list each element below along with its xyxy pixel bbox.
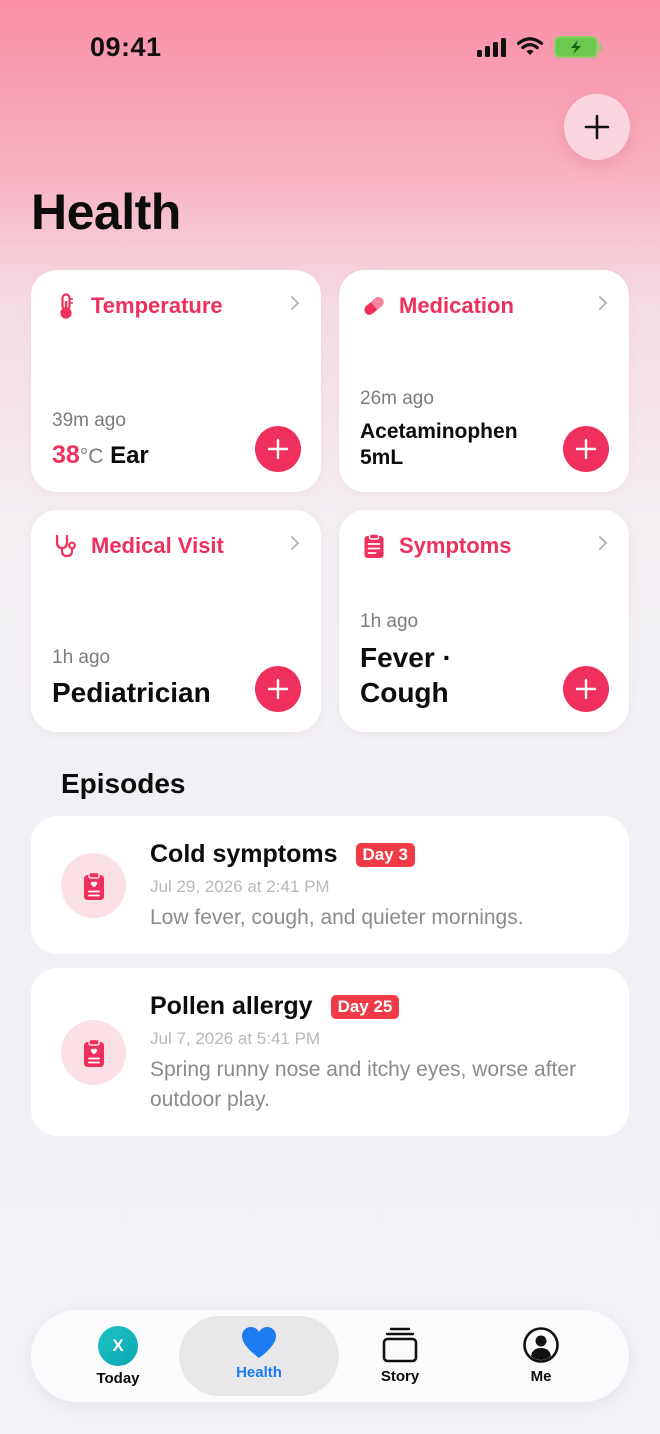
medication-card[interactable]: Medication 26m ago Acetaminophen 5mL [339, 270, 629, 492]
temperature-reading: 38°C Ear [52, 441, 149, 470]
clipboard-heart-icon [61, 853, 126, 918]
tab-label: Story [380, 1368, 420, 1385]
episode-date: Jul 7, 2026 at 5:41 PM [150, 1029, 321, 1048]
card-header: Temperature [53, 290, 301, 322]
tab-story[interactable]: Story [333, 1316, 467, 1396]
episode-date: Jul 29, 2026 at 2:41 PM [150, 877, 330, 896]
episode-card[interactable]: Cold symptoms Day 3 Jul 29, 2026 at 2:41… [31, 816, 629, 954]
status-icons [477, 36, 602, 58]
add-medication-button[interactable] [563, 426, 609, 472]
card-time-ago: 26m ago [360, 388, 434, 409]
episode-description: Spring runny nose and itchy eyes, worse … [150, 1058, 577, 1111]
episode-card[interactable]: Pollen allergy Day 25 Jul 7, 2026 at 5:4… [31, 968, 629, 1136]
wifi-icon [516, 37, 544, 55]
medication-value: Acetaminophen 5mL [360, 419, 518, 471]
card-title: Symptoms [399, 533, 512, 558]
tab-label: Health [236, 1364, 282, 1381]
add-medical-visit-button[interactable] [255, 666, 301, 712]
temperature-site: Ear [110, 442, 149, 469]
stethoscope-icon [53, 533, 79, 559]
card-time-ago: 39m ago [52, 410, 126, 431]
tab-label: Today [96, 1370, 140, 1387]
day-badge: Day 3 [355, 842, 415, 867]
medication-dose: 5mL [360, 446, 404, 469]
chevron-right-icon [291, 296, 300, 310]
clipboard-heart-icon [61, 1020, 126, 1085]
episode-title-row: Pollen allergy Day 25 [150, 992, 400, 1021]
tab-label: Me [530, 1368, 552, 1385]
thermometer-icon [53, 293, 79, 319]
episode-title: Pollen allergy [150, 992, 313, 1020]
add-temperature-button[interactable] [255, 426, 301, 472]
add-symptom-button[interactable] [563, 666, 609, 712]
symptom-line: Fever · [360, 642, 452, 673]
day-badge: Day 25 [330, 994, 400, 1019]
plus-icon [267, 438, 289, 460]
card-header: Symptoms [361, 530, 609, 562]
plus-icon [575, 678, 597, 700]
add-entry-button[interactable] [564, 94, 630, 160]
card-header: Medication [361, 290, 609, 322]
card-header: Medical Visit [53, 530, 301, 562]
chevron-right-icon [599, 536, 608, 550]
status-bar: 09:41 [0, 0, 660, 96]
symptoms-value: Fever · Cough [360, 640, 452, 710]
tab-bar: X Today Health Story Me [31, 1310, 629, 1402]
temperature-value: 38 [52, 441, 80, 469]
tab-me[interactable]: Me [474, 1316, 608, 1396]
episodes-heading: Episodes [61, 768, 186, 799]
medical-visit-card[interactable]: Medical Visit 1h ago Pediatrician [31, 510, 321, 732]
card-title: Medical Visit [91, 533, 224, 558]
status-time: 09:41 [90, 32, 162, 62]
symptom-line: Cough [360, 677, 449, 708]
plus-icon [584, 114, 610, 140]
chevron-right-icon [599, 296, 608, 310]
tab-today[interactable]: X Today [51, 1316, 185, 1396]
visit-value: Pediatrician [52, 677, 211, 708]
tab-health[interactable]: Health [179, 1316, 339, 1396]
episode-description: Low fever, cough, and quieter mornings. [150, 906, 524, 929]
person-circle-icon [523, 1327, 559, 1363]
battery-icon [554, 36, 602, 58]
card-time-ago: 1h ago [52, 647, 111, 668]
episode-title: Cold symptoms [150, 840, 338, 868]
heart-icon [242, 1327, 276, 1358]
medication-name: Acetaminophen [360, 420, 518, 443]
temperature-card[interactable]: Temperature 39m ago 38°C Ear [31, 270, 321, 492]
clipboard-icon [361, 533, 387, 559]
page-title: Health [31, 184, 181, 240]
pill-icon [361, 293, 387, 319]
symptoms-card[interactable]: Symptoms 1h ago Fever · Cough [339, 510, 629, 732]
plus-icon [267, 678, 289, 700]
card-title: Temperature [91, 293, 223, 318]
chevron-right-icon [291, 536, 300, 550]
card-title: Medication [399, 293, 514, 318]
card-time-ago: 1h ago [360, 611, 419, 632]
temperature-unit: °C [79, 445, 104, 468]
stack-icon [382, 1327, 418, 1363]
avatar-icon: X [98, 1326, 138, 1366]
plus-icon [575, 438, 597, 460]
signal-icon [477, 37, 506, 57]
episode-title-row: Cold symptoms Day 3 [150, 840, 415, 869]
